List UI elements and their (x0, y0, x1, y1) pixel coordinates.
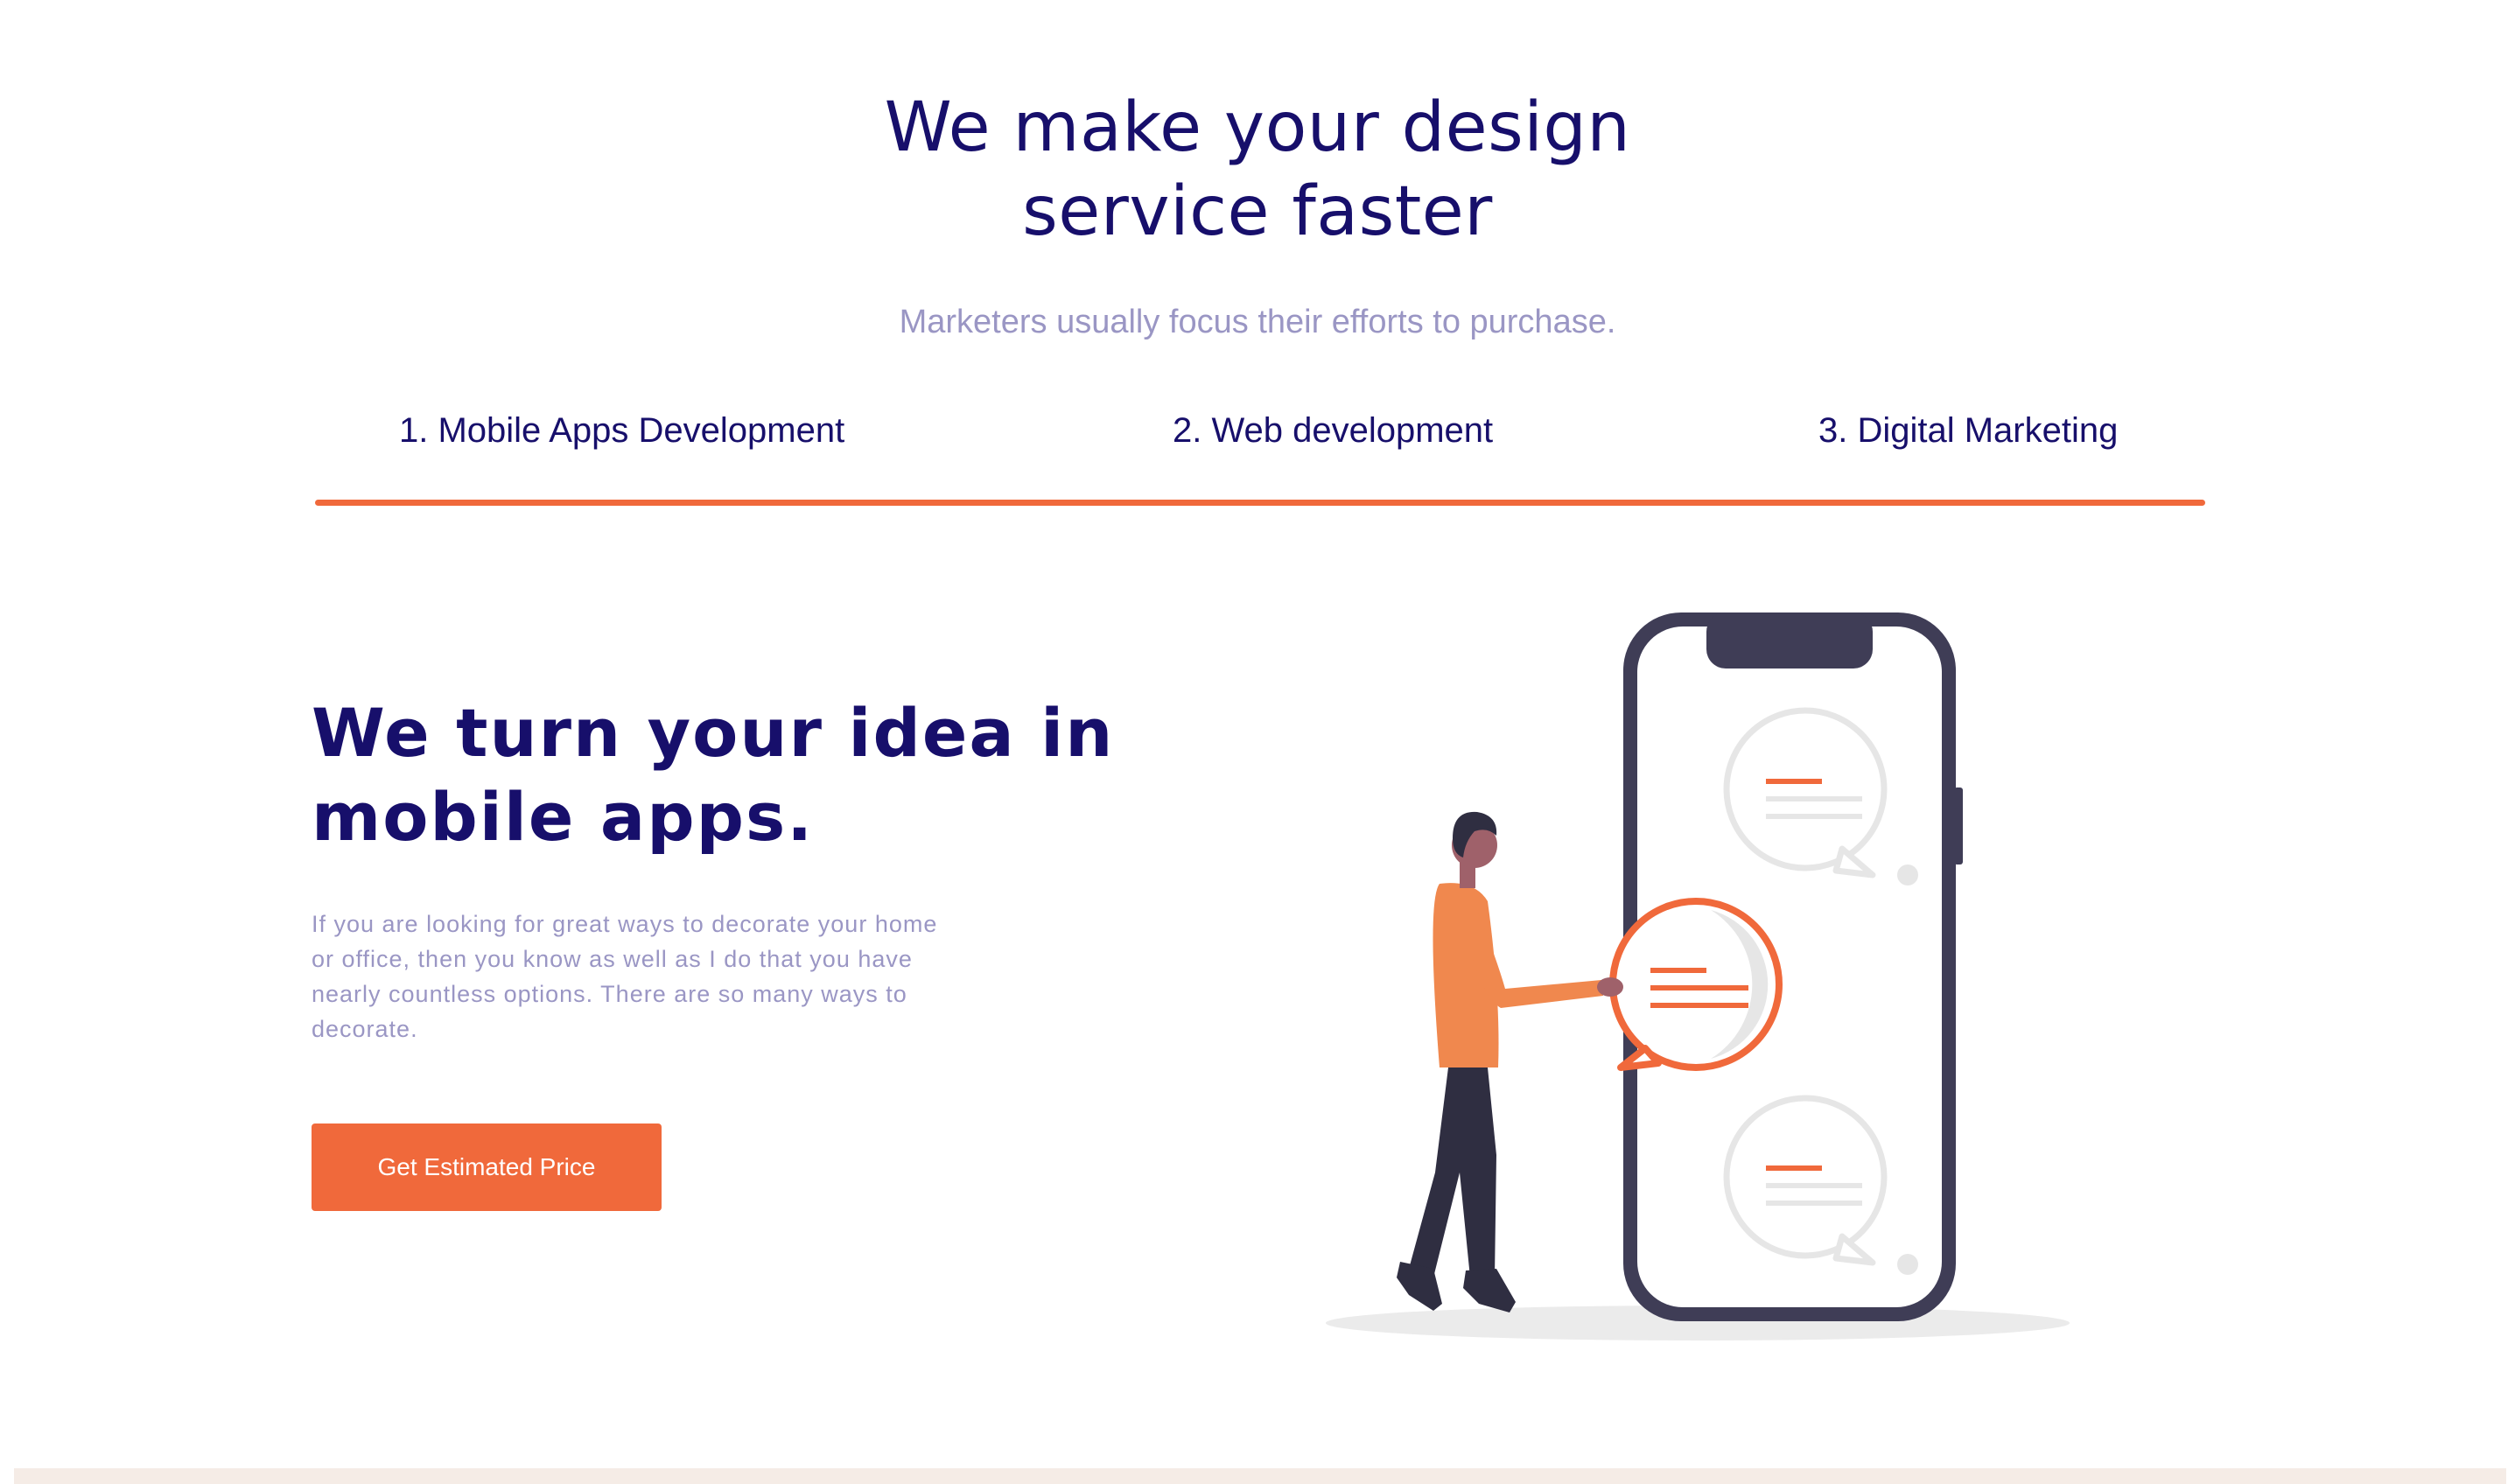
page: We make your design service faster Marke… (0, 0, 2515, 1484)
section-description: If you are looking for great ways to dec… (312, 911, 938, 1042)
hero-title-line-1: We make your design (884, 88, 1631, 167)
service-tabs: 1. Mobile Apps Development 2. Web develo… (315, 404, 2205, 509)
tab-digital-marketing[interactable]: 3. Digital Marketing (1818, 404, 2118, 457)
section-title-line-2: mobile apps. (312, 778, 815, 856)
section-title-line-1: We turn your idea in (312, 694, 1115, 772)
footer-strip (14, 1468, 2506, 1484)
chat-bubble-icon-highlighted (1609, 898, 1783, 1071)
hero-subtitle: Marketers usually focus their efforts to… (899, 304, 1616, 340)
hero-title-line-2: service faster (1022, 172, 1493, 251)
tab-web-development[interactable]: 2. Web development (1173, 404, 1493, 457)
section-title: We turn your idea in mobile apps. (312, 691, 1114, 859)
active-tab-indicator (315, 500, 2205, 506)
hero-title: We make your design service faster (0, 86, 2515, 254)
mobile-app-illustration (1326, 612, 2070, 1340)
person-figure (1397, 811, 1623, 1312)
tab-mobile-apps-development[interactable]: 1. Mobile Apps Development (399, 404, 844, 457)
get-estimated-price-button[interactable]: Get Estimated Price (312, 1124, 662, 1211)
